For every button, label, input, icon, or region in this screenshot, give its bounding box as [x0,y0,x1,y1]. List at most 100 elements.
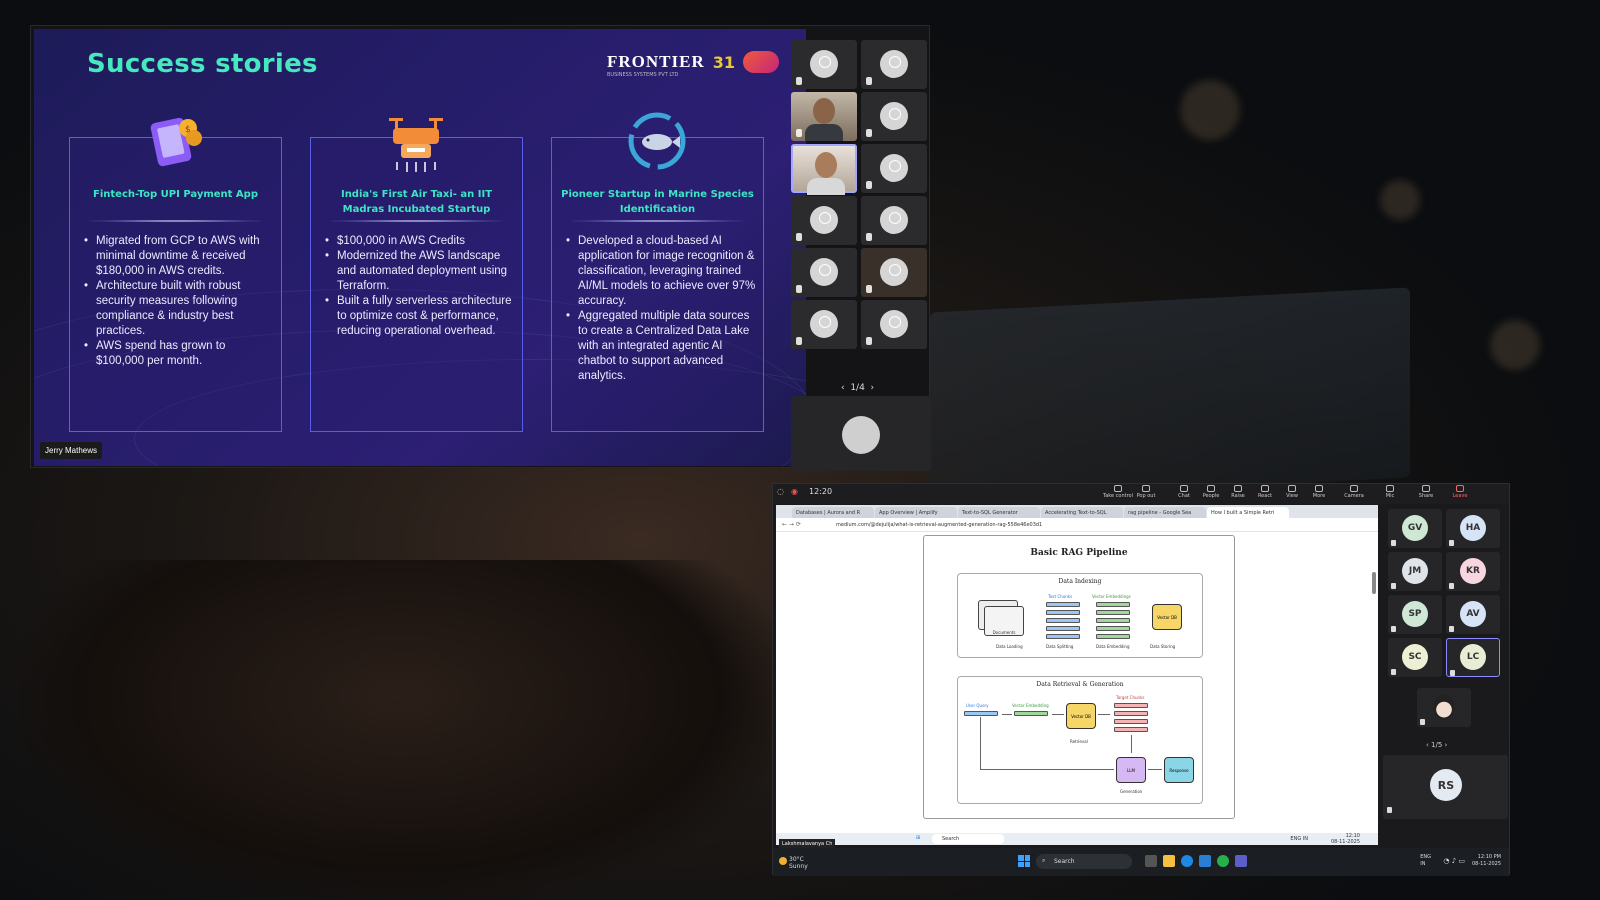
mic-button[interactable]: Mic [1375,484,1405,499]
meeting-toolbar: ◌ ◉ 12:20 Take control Pop out Chat Peop… [773,484,1509,504]
participant-initials: JM [1402,558,1428,584]
mic-muted-icon [796,129,802,137]
participant-tile[interactable]: GV [1388,509,1442,548]
language-indicator[interactable]: ENG IN [1420,854,1431,868]
browser-tab[interactable]: Databases | Aurora and R [792,507,874,518]
whatsapp-icon[interactable] [1217,855,1229,867]
leave-button[interactable]: Leave [1445,484,1475,499]
card-bullets: Developed a cloud-based AI application f… [566,234,757,384]
participant-video-tile[interactable] [791,92,857,141]
participant-list-grid: GV HA JM KR SP AV SC LC ‹ 1/5 › RS [1383,505,1508,845]
vector-db-node: Vector DB [1152,604,1182,630]
participant-tile[interactable]: KR [1446,552,1500,591]
bullet: $100,000 in AWS Credits [325,234,516,249]
participant-tile[interactable] [861,248,927,297]
avatar-icon [880,310,908,338]
taskbar-search[interactable]: ⌕ Search [1036,854,1132,869]
participant-tile[interactable] [791,40,857,89]
system-clock[interactable]: 12:10 PM 08-11-2025 [1472,854,1501,868]
participant-tile[interactable] [861,300,927,349]
active-speaker-tile[interactable] [791,144,857,195]
mic-muted-icon [796,285,802,293]
step-label: Data Loading [996,644,1023,649]
data-retrieval-box: Data Retrieval & Generation User Query V… [957,676,1203,804]
participant-avatar-tile[interactable] [1417,688,1471,727]
participant-tile[interactable] [861,196,927,245]
embedding-bar [1014,711,1048,716]
windows-start-icon[interactable]: ⊞ [916,835,920,841]
sun-icon [779,857,787,865]
story-card-fintech: $ Fintech-Top UPI Payment App Migrated f… [69,117,282,432]
participant-tile-active[interactable]: LC [1446,638,1500,677]
participant-tile[interactable] [791,196,857,245]
participant-tile[interactable]: SP [1388,595,1442,634]
pager-text: 1/5 [1431,741,1443,749]
file-explorer-icon[interactable] [1163,855,1175,867]
nav-arrows-icon[interactable]: ← → ⟳ [782,521,801,528]
mic-muted-icon [1391,583,1396,589]
mic-muted-icon [866,233,872,241]
windows-start-icon[interactable] [1018,855,1030,867]
view-button[interactable]: View [1277,484,1307,499]
participant-tile[interactable]: JM [1388,552,1442,591]
react-button[interactable]: React [1250,484,1280,499]
step-label: Data Storing [1150,644,1176,649]
participant-tile[interactable]: AV [1446,595,1500,634]
avatar-icon [880,154,908,182]
participant-face [813,98,835,124]
chat-button[interactable]: Chat [1169,484,1199,499]
mic-icon [1386,485,1394,492]
shared-browser-window: Databases | Aurora and R App Overview | … [776,505,1378,849]
participant-tile[interactable] [861,144,927,193]
embedding-bar [1096,602,1130,607]
mic-muted-icon [796,77,802,85]
participant-tile[interactable]: HA [1446,509,1500,548]
wifi-volume-icon[interactable]: ◔ ♪ ▭ [1443,857,1465,865]
task-view-icon[interactable] [1145,855,1157,867]
node-label: Target Chunks [1116,695,1145,700]
take-control-icon [1114,485,1122,492]
gallery-pager[interactable]: ‹ 1/4 › [841,383,874,393]
participant-tile[interactable] [861,92,927,141]
button-label: People [1202,493,1220,499]
self-view-tile[interactable]: RS [1383,755,1508,819]
camera-button[interactable]: Camera [1339,484,1369,499]
taskbar-search[interactable]: Search [932,834,1004,844]
cloud-partner-logo [743,51,779,73]
teams-icon[interactable] [1235,855,1247,867]
pager-text: 1/4 [850,383,865,393]
raise-hand-button[interactable]: Raise [1223,484,1253,499]
share-button[interactable]: Share [1411,484,1441,499]
participant-tile[interactable] [791,300,857,349]
gallery-pager[interactable]: ‹ 1/5 › [1426,741,1447,749]
browser-tab[interactable]: App Overview | Amplify [875,507,957,518]
browser-tab[interactable]: rag pipeline - Google Sea [1124,507,1206,518]
arrow [1148,769,1162,770]
bullet: Developed a cloud-based AI application f… [566,234,757,309]
chunk-bar [1114,719,1148,724]
people-button[interactable]: People [1196,484,1226,499]
browser-tab[interactable]: Text-to-SQL Generator [958,507,1040,518]
more-button[interactable]: More [1304,484,1334,499]
participant-tile[interactable] [791,248,857,297]
participant-initials: HA [1460,515,1486,541]
self-view-tile[interactable] [791,396,931,471]
vscode-icon[interactable] [1199,855,1211,867]
participant-tile[interactable] [861,40,927,89]
take-control-button[interactable]: Take control [1103,484,1133,499]
participant-initials: LC [1460,644,1486,670]
page-scrollbar[interactable] [1372,572,1376,594]
embedding-bar [1096,626,1130,631]
address-bar[interactable]: ← → ⟳ medium.com/@dejulija/what-is-retri… [776,518,1378,532]
browser-tab-active[interactable]: How I built a Simple Retri [1207,507,1289,518]
pop-out-button[interactable]: Pop out [1131,484,1161,499]
participant-tile[interactable]: SC [1388,638,1442,677]
llm-node: LLM [1116,757,1146,783]
presenter-name-label: Jerry Mathews [40,442,103,459]
browser-tab[interactable]: Accelerating Text-to-SQL [1041,507,1123,518]
diagram-title: Basic RAG Pipeline [1030,548,1128,558]
card-heading: India's First Air Taxi- an IIT Madras In… [340,189,493,215]
weather-widget[interactable]: 30°C Sunny [779,856,808,870]
step-label: Generation [1120,789,1143,794]
edge-icon[interactable] [1181,855,1193,867]
